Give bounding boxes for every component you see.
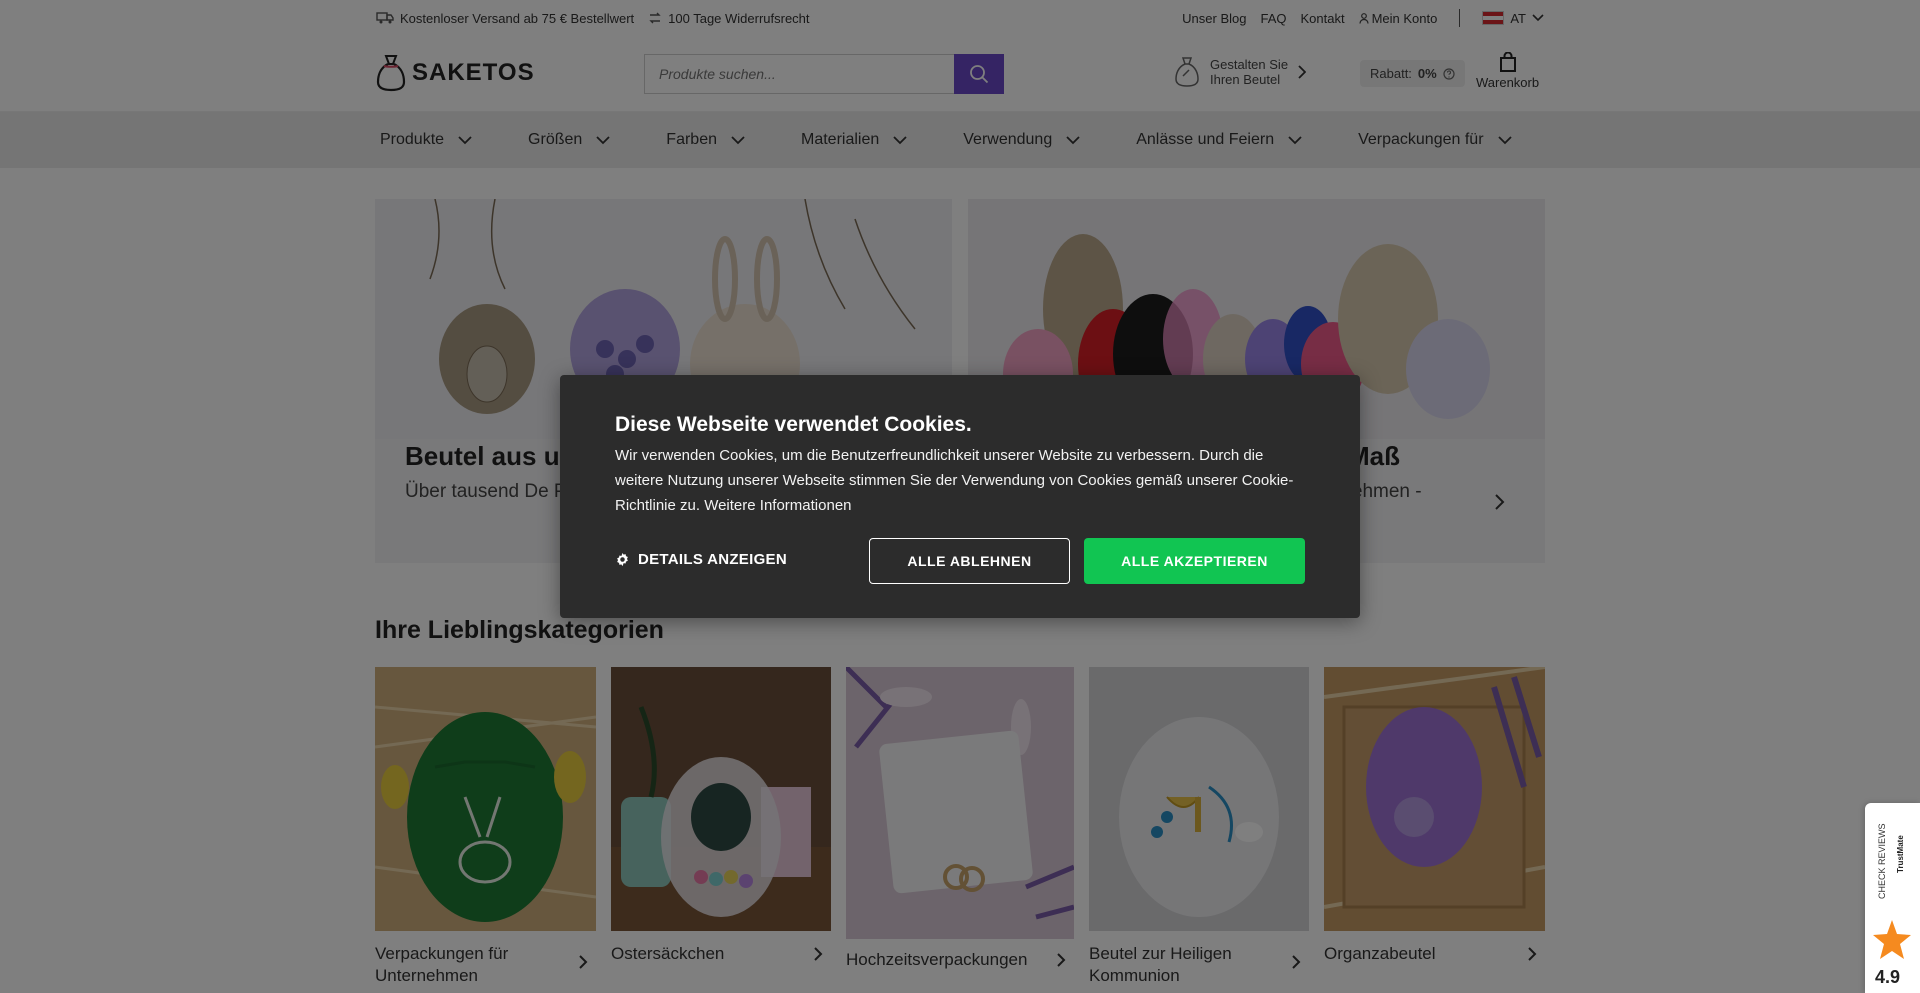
star-icon bbox=[1873, 920, 1911, 959]
details-toggle[interactable]: DETAILS ANZEIGEN bbox=[615, 551, 787, 568]
trustmate-rating: 4.9 bbox=[1875, 967, 1901, 987]
reject-all-button[interactable]: ALLE ABLEHNEN bbox=[869, 538, 1070, 584]
trustmate-widget[interactable]: CHECK REVIEWS TrustMate 4.9 bbox=[1865, 803, 1920, 993]
cookie-title: Diese Webseite verwendet Cookies. bbox=[615, 413, 972, 436]
accept-all-button[interactable]: ALLE AKZEPTIEREN bbox=[1084, 538, 1305, 584]
trustmate-brand: TrustMate bbox=[1896, 835, 1905, 873]
cookie-dialog: Diese Webseite verwendet Cookies. Wir ve… bbox=[560, 375, 1360, 618]
trustmate-label: CHECK REVIEWS bbox=[1877, 823, 1887, 899]
cookie-text: Wir verwenden Cookies, um die Benutzerfr… bbox=[615, 447, 1294, 514]
trustmate-badge: CHECK REVIEWS TrustMate bbox=[1877, 823, 1905, 899]
details-label: DETAILS ANZEIGEN bbox=[638, 551, 787, 568]
gear-icon bbox=[617, 552, 628, 567]
